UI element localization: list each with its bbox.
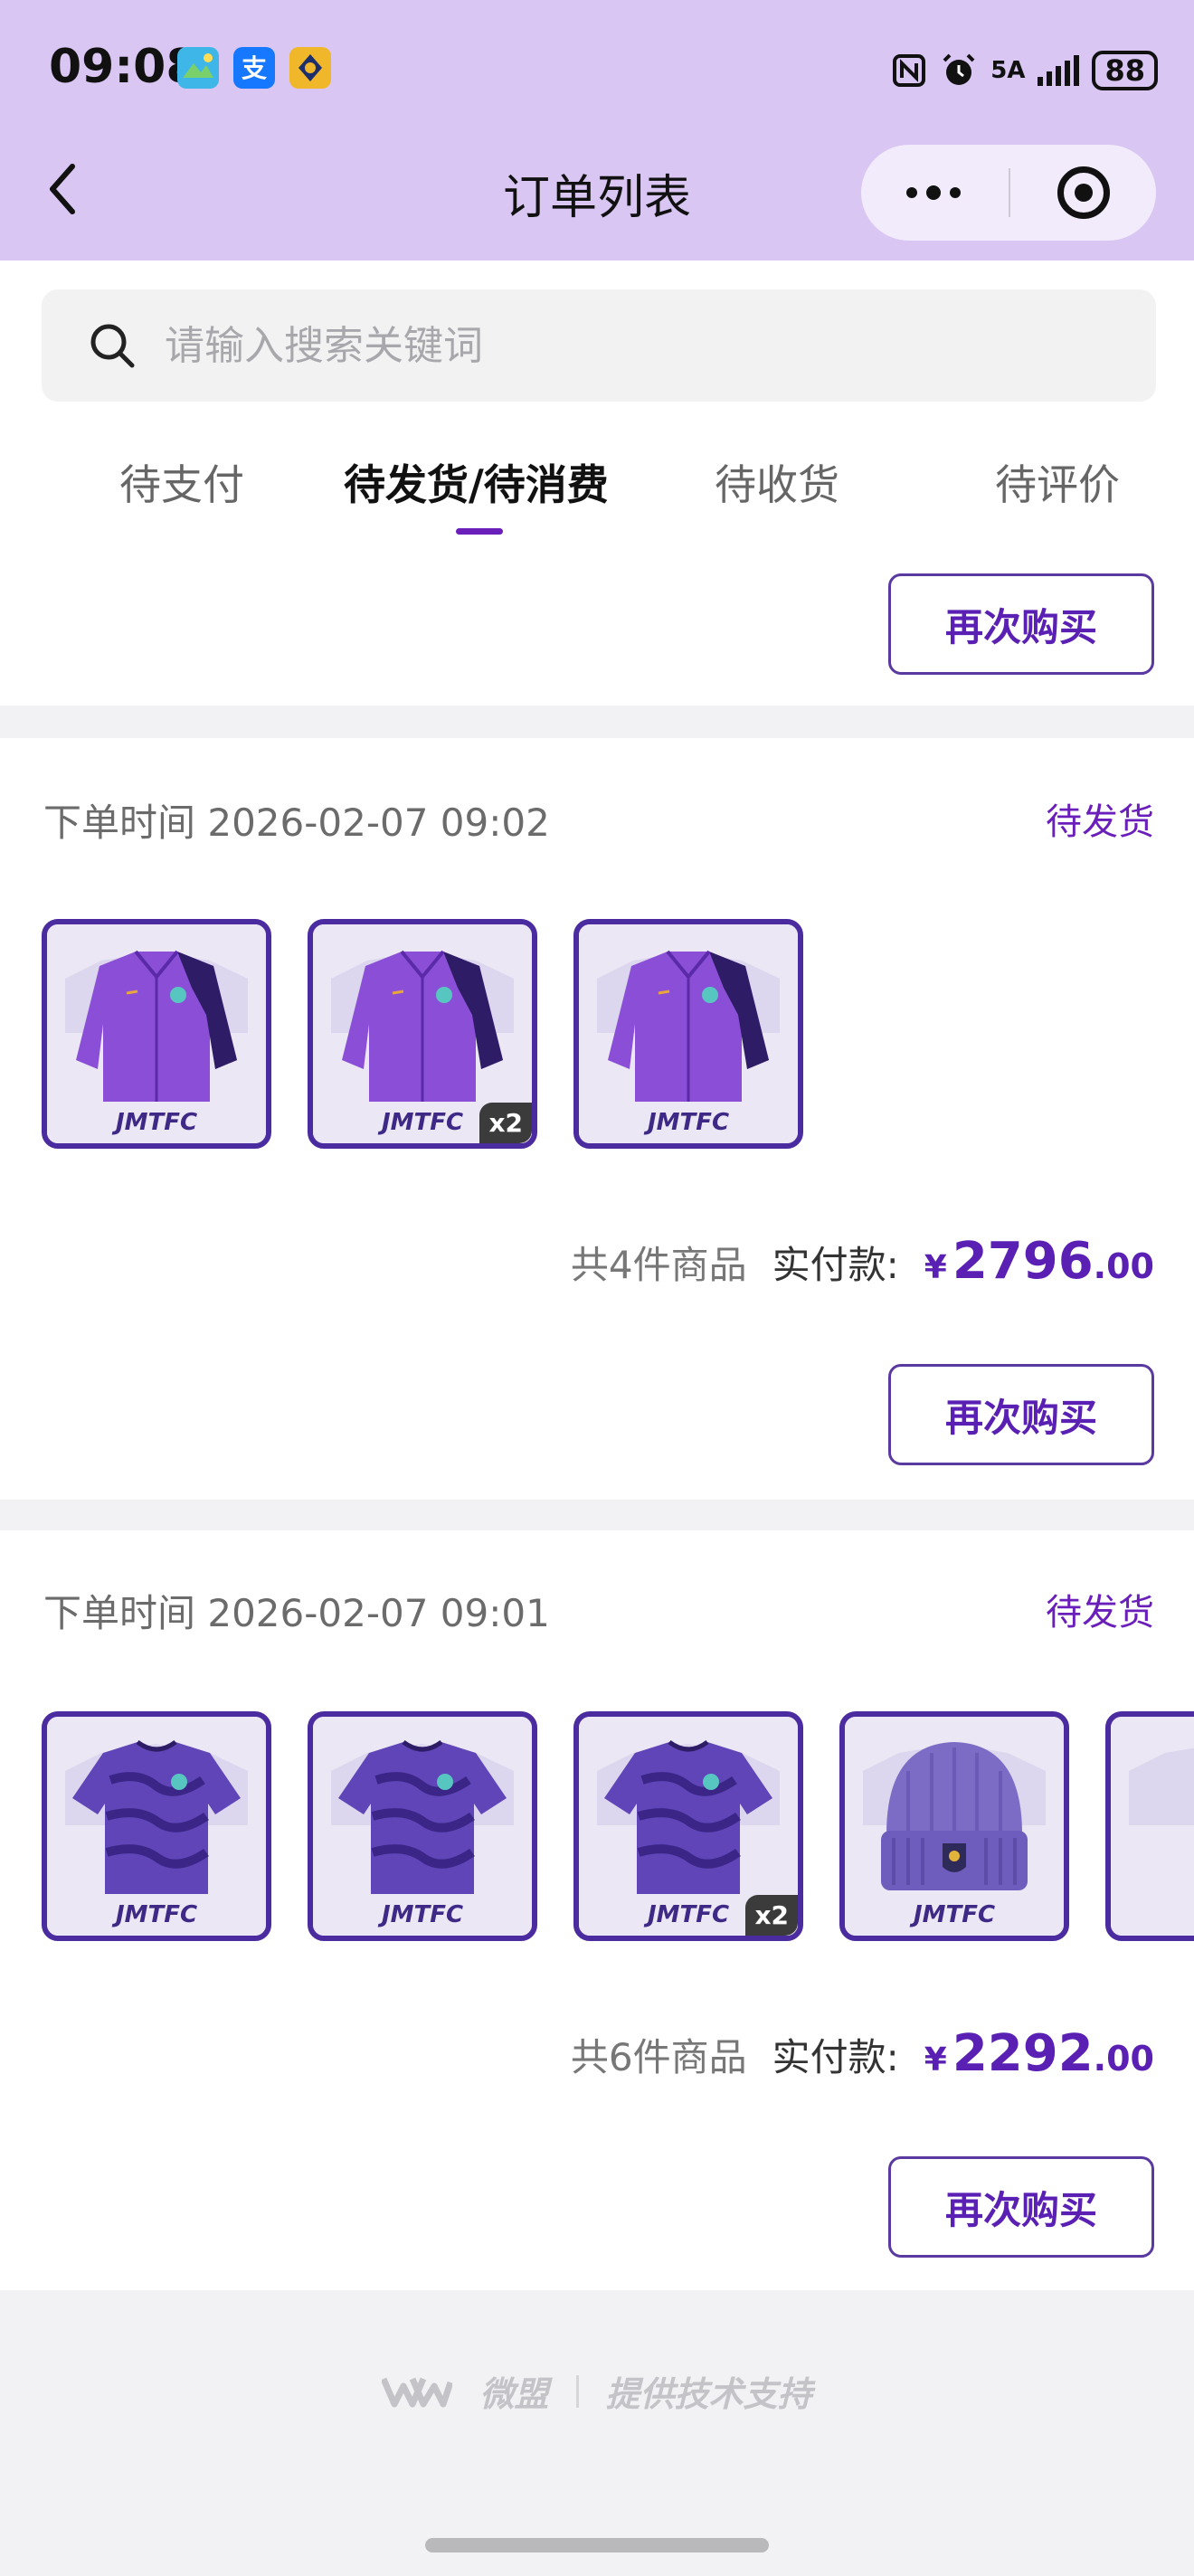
tab-pending-receipt[interactable]: 待收货 xyxy=(715,452,839,512)
quantity-badge: x2 xyxy=(745,1895,798,1936)
price-decimal: .00 xyxy=(1093,2039,1154,2079)
order-tabs: 待支付 待发货/待消费 待收货 待评价 xyxy=(0,452,1194,552)
mini-program-capsule xyxy=(861,145,1156,241)
weimob-logo-icon xyxy=(382,2377,453,2407)
product-thumbnail[interactable]: JMTFC xyxy=(42,919,271,1149)
more-button[interactable] xyxy=(861,145,1006,241)
mini-app-icon xyxy=(177,47,219,89)
search-icon xyxy=(90,324,135,368)
status-icons: 5A 88 xyxy=(891,49,1158,92)
top-bar: 09:08 支 5A 88 订单列表 xyxy=(0,0,1194,260)
nfc-icon xyxy=(893,54,926,87)
search-input[interactable] xyxy=(165,289,1123,402)
footer: 微盟 提供技术支持 xyxy=(0,2366,1194,2416)
product-thumbnail[interactable]: JMTFC xyxy=(308,1711,537,1941)
more-dot-icon xyxy=(906,187,917,198)
app-icon xyxy=(289,47,331,89)
active-tab-indicator xyxy=(456,528,503,535)
target-icon xyxy=(1057,166,1110,219)
product-brand: JMTFC xyxy=(647,1109,730,1136)
search-box[interactable] xyxy=(42,289,1156,402)
capsule-divider xyxy=(1009,168,1010,217)
alarm-icon xyxy=(943,53,975,85)
price-integer: 2292 xyxy=(952,2024,1094,2083)
nav-bar: 订单列表 xyxy=(0,136,1194,260)
product-brand: JMTFC xyxy=(115,1109,198,1136)
paid-label: 实付款: xyxy=(772,1243,899,1287)
signal-icon xyxy=(1038,55,1080,86)
currency-symbol: ¥ xyxy=(924,2041,947,2079)
footer-brand: 微盟 xyxy=(479,2374,549,2414)
home-indicator[interactable] xyxy=(425,2538,769,2552)
tab-pending-review[interactable]: 待评价 xyxy=(995,452,1120,512)
product-thumbnail[interactable]: JMTFC xyxy=(839,1711,1069,1941)
currency-symbol: ¥ xyxy=(924,1249,947,1286)
product-thumbnail[interactable]: JMTFC xyxy=(573,919,803,1149)
order-summary: 共4件商品 实付款: ¥ 2796 .00 xyxy=(571,1232,1154,1295)
search-section: 待支付 待发货/待消费 待收货 待评价 xyxy=(0,260,1194,579)
tab-pending-payment[interactable]: 待支付 xyxy=(119,452,244,512)
powered-by: 微盟 提供技术支持 xyxy=(382,2366,812,2416)
paid-amount: ¥ 2796 .00 xyxy=(924,1232,1154,1291)
alipay-icon: 支 xyxy=(233,47,275,89)
order-status: 待发货 xyxy=(1046,801,1154,843)
product-thumbnail[interactable] xyxy=(1105,1711,1194,1941)
price-decimal: .00 xyxy=(1093,1246,1154,1286)
product-thumbnails[interactable]: JMTFC JMTFC JMTFC x2 JMTFC xyxy=(42,1711,1194,1941)
network-type: 5A xyxy=(990,57,1026,84)
order-summary: 共6件商品 实付款: ¥ 2292 .00 xyxy=(571,2024,1154,2088)
order-card: 下单时间 2026-02-07 09:02 待发货 JMTFC JMTFC x2… xyxy=(0,738,1194,1500)
paid-amount: ¥ 2292 .00 xyxy=(924,2024,1154,2083)
product-image xyxy=(1111,1717,1194,1936)
rebuy-button[interactable]: 再次购买 xyxy=(888,2156,1154,2258)
product-brand: JMTFC xyxy=(115,1901,198,1928)
order-time: 下单时间 2026-02-07 09:02 xyxy=(43,800,550,845)
product-thumbnail[interactable]: JMTFC x2 xyxy=(573,1711,803,1941)
status-bar: 09:08 支 5A 88 xyxy=(0,0,1194,136)
footer-support-text: 提供技术支持 xyxy=(605,2374,812,2414)
close-mini-program-button[interactable] xyxy=(1011,145,1156,241)
order-time: 下单时间 2026-02-07 09:01 xyxy=(43,1591,550,1635)
battery-icon: 88 xyxy=(1092,51,1158,90)
rebuy-button[interactable]: 再次购买 xyxy=(888,1364,1154,1465)
quantity-badge: x2 xyxy=(479,1103,532,1143)
item-count: 共4件商品 xyxy=(570,1243,747,1287)
product-thumbnail[interactable]: JMTFC x2 xyxy=(308,919,537,1149)
tab-pending-shipment[interactable]: 待发货/待消费 xyxy=(344,452,609,512)
product-brand: JMTFC xyxy=(913,1901,996,1928)
price-integer: 2796 xyxy=(952,1232,1094,1291)
order-card-partial: 再次购买 xyxy=(0,573,1194,706)
product-brand: JMTFC xyxy=(381,1901,464,1928)
alipay-glyph: 支 xyxy=(242,53,267,83)
order-card: 下单时间 2026-02-07 09:01 待发货 JMTFC JMTFC JM… xyxy=(0,1530,1194,2290)
more-dot-icon xyxy=(926,185,941,200)
order-status: 待发货 xyxy=(1046,1592,1154,1634)
paid-label: 实付款: xyxy=(772,2035,899,2079)
footer-divider xyxy=(575,2374,579,2408)
status-time: 09:08 xyxy=(49,40,199,94)
rebuy-button[interactable]: 再次购买 xyxy=(888,573,1154,675)
product-thumbnail[interactable]: JMTFC xyxy=(42,1711,271,1941)
item-count: 共6件商品 xyxy=(570,2035,747,2079)
more-dot-icon xyxy=(950,187,961,198)
product-thumbnails[interactable]: JMTFC JMTFC x2 JMTFC xyxy=(42,919,1194,1149)
